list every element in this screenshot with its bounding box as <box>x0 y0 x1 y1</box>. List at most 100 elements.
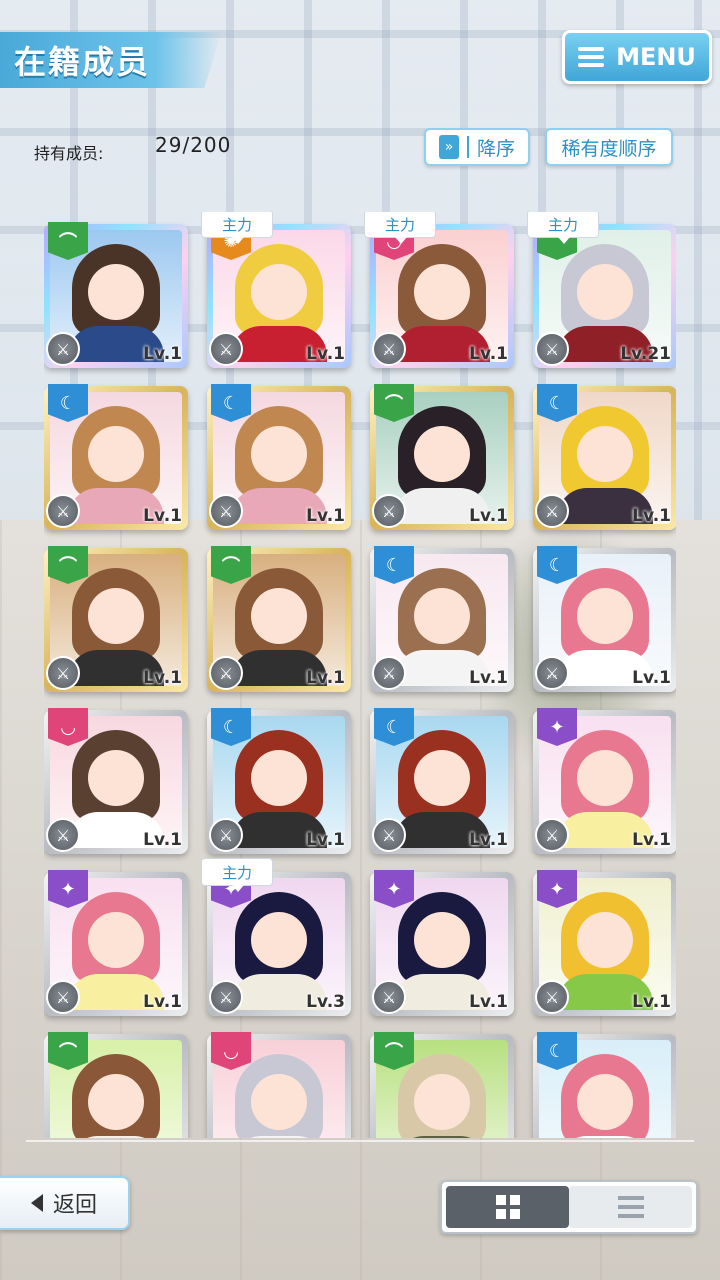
member-card[interactable]: ☾ ⚔ Lv.1 <box>533 546 676 692</box>
member-level: Lv.1 <box>469 830 508 850</box>
member-level: Lv.1 <box>306 506 345 526</box>
main-member-tag: 主力 <box>527 212 599 244</box>
member-card[interactable]: ✦ ⚔ Lv.1 <box>533 870 676 1016</box>
member-card[interactable]: ☾ ⚔ Lv.1 <box>533 384 676 530</box>
page-title: 在籍成员 <box>14 43 151 81</box>
portrait-face <box>88 750 144 806</box>
portrait-face <box>577 912 633 968</box>
member-card[interactable]: ◡ ⚔ Lv.1 <box>44 708 188 854</box>
member-level: Lv.1 <box>143 992 182 1012</box>
attribute-green-icon: ⌒ <box>48 1032 88 1070</box>
attribute-blue-icon: ☾ <box>211 708 251 746</box>
weapon-type-icon: ⚔ <box>372 332 406 366</box>
attribute-green-icon: ⌒ <box>48 222 88 260</box>
portrait-face <box>577 1074 633 1130</box>
back-button[interactable]: 返回 <box>0 1176 130 1230</box>
attribute-purple-icon: ✦ <box>374 870 414 908</box>
weapon-type-icon: ⚔ <box>535 818 569 852</box>
member-card[interactable]: ✦ ⚔ Lv.3 主力 <box>201 858 351 1016</box>
member-level: Lv.1 <box>143 830 182 850</box>
member-card[interactable]: ☾ ⚔ Lv.1 <box>207 384 351 530</box>
member-level: Lv.21 <box>620 344 671 364</box>
portrait-face <box>414 588 470 644</box>
member-card[interactable]: ⌒⚔ <box>370 1032 514 1138</box>
portrait-face <box>251 1074 307 1130</box>
member-card[interactable]: ⌒ ⚔ Lv.1 <box>44 222 188 368</box>
portrait-face <box>251 588 307 644</box>
list-view-button[interactable] <box>569 1186 692 1228</box>
grid-view-button[interactable] <box>446 1186 569 1228</box>
menu-label: MENU <box>616 43 696 71</box>
member-card[interactable]: ⌒ ⚔ Lv.1 <box>44 546 188 692</box>
portrait-face <box>88 912 144 968</box>
back-arrow-icon <box>30 1194 43 1212</box>
member-level: Lv.1 <box>143 506 182 526</box>
member-level: Lv.1 <box>469 344 508 364</box>
attribute-green-icon: ⌒ <box>374 1032 414 1070</box>
member-level: Lv.1 <box>143 344 182 364</box>
member-card[interactable]: ⌒ ⚔ Lv.1 <box>207 546 351 692</box>
member-card[interactable]: ✺ ⚔ Lv.1 主力 <box>201 212 351 368</box>
weapon-type-icon: ⚔ <box>372 494 406 528</box>
portrait-face <box>88 588 144 644</box>
main-member-tag: 主力 <box>201 212 273 244</box>
attribute-pink-icon: ◡ <box>48 708 88 746</box>
member-card[interactable]: ⌒ ⚔ Lv.21 主力 <box>527 212 676 368</box>
member-card[interactable]: ⌒ ⚔ Lv.1 <box>370 384 514 530</box>
member-level: Lv.1 <box>306 668 345 688</box>
weapon-type-icon: ⚔ <box>209 332 243 366</box>
weapon-type-icon: ⚔ <box>46 332 80 366</box>
member-card[interactable]: ⌒⚔ <box>44 1032 188 1138</box>
member-level: Lv.1 <box>306 344 345 364</box>
member-card[interactable]: ✦ ⚔ Lv.1 <box>533 708 676 854</box>
member-level: Lv.1 <box>469 668 508 688</box>
member-card[interactable]: ☾ ⚔ Lv.1 <box>370 546 514 692</box>
list-icon <box>617 1196 644 1218</box>
member-level: Lv.1 <box>632 668 671 688</box>
attribute-blue-icon: ☾ <box>537 1032 577 1070</box>
weapon-type-icon: ⚔ <box>372 656 406 690</box>
main-member-tag: 主力 <box>201 858 273 892</box>
page-title-tab: 在籍成员 <box>0 32 222 88</box>
portrait-face <box>414 750 470 806</box>
member-level: Lv.1 <box>469 992 508 1012</box>
sort-order-label: 降序 <box>476 137 515 160</box>
weapon-type-icon: ⚔ <box>535 332 569 366</box>
attribute-green-icon: ⌒ <box>374 384 414 422</box>
member-level: Lv.1 <box>632 506 671 526</box>
portrait-face <box>88 264 144 320</box>
portrait-face <box>251 426 307 482</box>
owned-members-label: 持有成员: <box>34 144 104 163</box>
back-label: 返回 <box>52 1193 97 1218</box>
member-card[interactable]: ◡ ⚔ Lv.1 主力 <box>364 212 514 368</box>
weapon-type-icon: ⚔ <box>535 494 569 528</box>
hamburger-icon <box>578 47 605 67</box>
member-grid: ⌒ ⚔ Lv.1 ✺ ⚔ Lv.1 主力 ◡ ⚔ Lv.1 主力 ⌒ ⚔ Lv.21 主力 ☾ ⚔ Lv.1 ☾ ⚔ L… <box>44 212 676 1138</box>
member-card[interactable]: ☾ ⚔ Lv.1 <box>44 384 188 530</box>
member-card[interactable]: ☾ ⚔ Lv.1 <box>207 708 351 854</box>
weapon-type-icon: ⚔ <box>372 818 406 852</box>
weapon-type-icon: ⚔ <box>209 494 243 528</box>
weapon-type-icon: ⚔ <box>209 656 243 690</box>
attribute-blue-icon: ☾ <box>48 384 88 422</box>
double-chevron-down-icon: » <box>438 135 459 159</box>
member-card[interactable]: ◡⚔ <box>207 1032 351 1138</box>
member-card[interactable]: ✦ ⚔ Lv.1 <box>44 870 188 1016</box>
menu-button[interactable]: MENU <box>562 30 712 84</box>
weapon-type-icon: ⚔ <box>46 656 80 690</box>
weapon-type-icon: ⚔ <box>535 656 569 690</box>
portrait-face <box>414 912 470 968</box>
weapon-type-icon: ⚔ <box>46 818 80 852</box>
member-card[interactable]: ☾ ⚔ Lv.1 <box>370 708 514 854</box>
member-card[interactable]: ☾⚔ <box>533 1032 676 1138</box>
portrait-face <box>88 1074 144 1130</box>
sort-order-button[interactable]: » 降序 <box>424 128 530 166</box>
member-level: Lv.1 <box>143 668 182 688</box>
weapon-type-icon: ⚔ <box>372 980 406 1014</box>
sort-rarity-button[interactable]: 稀有度顺序 <box>545 128 673 166</box>
attribute-blue-icon: ☾ <box>537 384 577 422</box>
attribute-purple-icon: ✦ <box>537 870 577 908</box>
member-card[interactable]: ✦ ⚔ Lv.1 <box>370 870 514 1016</box>
portrait-face <box>251 912 307 968</box>
attribute-purple-icon: ✦ <box>537 708 577 746</box>
